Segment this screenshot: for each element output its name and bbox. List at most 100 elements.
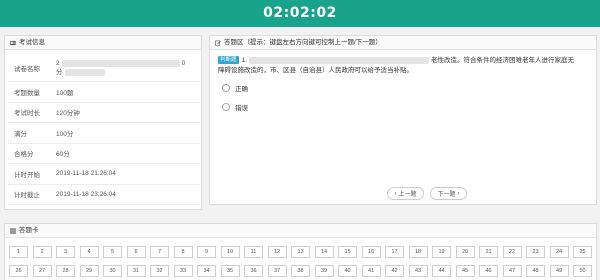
question-number-cell[interactable]: 44 — [432, 265, 451, 277]
question-number-cell[interactable]: 33 — [173, 265, 193, 277]
info-row-end-time: 计时截止 2019-11-18 23:26:04 — [8, 185, 200, 205]
exam-info-panel: 考试信息 试卷名称 20 分 考题数量 100题 考试时长 120分钟 满分 1… — [4, 35, 202, 244]
question-number-cell[interactable]: 1 — [9, 246, 28, 258]
question-number-cell[interactable]: 45 — [455, 265, 475, 277]
question-number-cell[interactable]: 18 — [408, 246, 428, 258]
info-value: 60分 — [56, 151, 70, 159]
option-label: 错误 — [235, 105, 248, 112]
next-question-button[interactable]: 下一题 › — [430, 187, 467, 200]
question-number-cell[interactable]: 10 — [220, 246, 240, 258]
prev-question-label: 上一题 — [398, 192, 417, 198]
exam-info-table: 试卷名称 20 分 考题数量 100题 考试时长 120分钟 满分 100分 合… — [8, 55, 200, 205]
question-number-cell[interactable]: 42 — [385, 265, 404, 277]
question-number-cell[interactable]: 37 — [267, 265, 287, 277]
answer-card-grid: 1 2 3 4 5 6 7 8 9 10 11 12 13 14 15 16 17 18 19 20 21 22 23 24 2… — [9, 246, 595, 277]
id-card-icon — [10, 40, 16, 45]
redacted-text — [64, 68, 105, 76]
option-true[interactable]: 正确 — [222, 83, 248, 93]
question-number-cell[interactable]: 6 — [126, 246, 146, 258]
info-label: 试卷名称 — [14, 66, 40, 73]
countdown-timer: 02:02:02 — [263, 5, 337, 21]
question-text-line1: 老性改造。符合条件的经济困难老年人进行家庭无 — [430, 57, 574, 64]
option-radio[interactable] — [222, 103, 230, 111]
question-number-cell[interactable]: 25 — [573, 246, 592, 258]
question-number-cell[interactable]: 28 — [56, 265, 75, 277]
info-value: 2019-11-18 23:26:04 — [56, 190, 116, 198]
question-number-cell[interactable]: 12 — [267, 246, 287, 258]
question-number-cell[interactable]: 4 — [79, 246, 99, 258]
info-row-full-score: 满分 100分 — [8, 123, 200, 144]
info-value: 100分 — [56, 130, 74, 138]
question-number-cell[interactable]: 30 — [103, 265, 122, 277]
question-number-cell[interactable]: 49 — [549, 265, 569, 277]
question-number-cell[interactable]: 24 — [549, 246, 569, 258]
question-number-cell[interactable]: 17 — [385, 246, 404, 258]
question-number-cell[interactable]: 11 — [244, 246, 263, 258]
question-number-cell[interactable]: 7 — [150, 246, 169, 258]
question-number-cell[interactable]: 35 — [220, 265, 240, 277]
chevron-left-icon: ‹ — [394, 190, 397, 197]
answer-card-title: 答题卡 — [19, 227, 39, 234]
question-number-cell[interactable]: 41 — [361, 265, 381, 277]
question-number-cell[interactable]: 22 — [502, 246, 522, 258]
question-number-cell[interactable]: 48 — [526, 265, 545, 277]
question-number-cell[interactable]: 5 — [103, 246, 122, 258]
exam-info-header: 考试信息 — [5, 36, 201, 50]
question-text-line2: 障碍设施改造的，市、区县（自治县）人民政府可以给予适当补贴。 — [218, 67, 413, 74]
info-label: 满分 — [14, 130, 27, 138]
question-number-cell[interactable]: 14 — [314, 246, 334, 258]
info-label: 考试时长 — [14, 110, 40, 118]
question-number-cell[interactable]: 46 — [479, 265, 498, 277]
info-row-pass-score: 合格分 60分 — [8, 144, 200, 164]
info-row-paper-name: 试卷名称 20 分 — [8, 55, 200, 82]
question-number-cell[interactable]: 20 — [455, 246, 475, 258]
question-number-cell[interactable]: 34 — [197, 265, 216, 277]
info-label: 合格分 — [14, 151, 34, 159]
info-label: 考题数量 — [14, 89, 40, 97]
option-false[interactable]: 错误 — [222, 102, 248, 112]
question-number-cell[interactable]: 9 — [197, 246, 216, 258]
question-number-cell[interactable]: 32 — [150, 265, 169, 277]
question-number: 1. — [241, 57, 247, 64]
next-question-label: 下一题 — [437, 192, 456, 198]
answer-area-header: 答题区（提示：键盘左右方向键可控制上一题/下一题） — [210, 36, 596, 50]
question-number-cell[interactable]: 16 — [361, 246, 381, 258]
redacted-text — [248, 56, 429, 64]
question-number-cell[interactable]: 8 — [173, 246, 193, 258]
prev-question-button[interactable]: ‹ 上一题 — [387, 187, 424, 200]
info-label: 计时开始 — [14, 171, 40, 179]
info-row-duration: 考试时长 120分钟 — [8, 103, 200, 123]
question-number-cell[interactable]: 38 — [291, 265, 310, 277]
question-number-cell[interactable]: 23 — [526, 246, 545, 258]
question-number-cell[interactable]: 40 — [338, 265, 357, 277]
question-number-cell[interactable]: 50 — [573, 265, 592, 277]
question-number-cell[interactable]: 26 — [9, 265, 28, 277]
answer-card-panel: 答题卡 1 2 3 4 5 6 7 8 9 10 11 12 13 14 15 16 17 18 19 20 21 22 2… — [4, 223, 597, 280]
exam-info-title: 考试信息 — [19, 39, 45, 46]
question-number-cell[interactable]: 31 — [126, 265, 146, 277]
answer-area-panel: 答题区（提示：键盘左右方向键可控制上一题/下一题） 判断题 1. 老性改造。符合条件… — [209, 35, 597, 205]
question-number-cell[interactable]: 43 — [408, 265, 428, 277]
question-number-cell[interactable]: 21 — [479, 246, 498, 258]
answer-card-header: 答题卡 — [5, 224, 596, 238]
question-number-cell[interactable]: 15 — [338, 246, 357, 258]
answer-area-title: 答题区（提示：键盘左右方向键可控制上一题/下一题） — [224, 39, 382, 46]
info-value-paper-name: 20 分 — [56, 59, 186, 76]
question-number-cell[interactable]: 13 — [291, 246, 310, 258]
option-radio[interactable] — [222, 84, 230, 92]
info-value: 2019-11-18 21:26:04 — [56, 170, 116, 178]
info-label: 计时截止 — [14, 192, 40, 200]
grid-icon — [10, 227, 16, 234]
option-label: 正确 — [235, 86, 248, 93]
info-value: 120分钟 — [56, 110, 80, 118]
question-number-cell[interactable]: 39 — [314, 265, 334, 277]
question-type-badge: 判断题 — [218, 56, 239, 65]
question-number-cell[interactable]: 27 — [32, 265, 52, 277]
question-number-cell[interactable]: 47 — [502, 265, 522, 277]
question-number-cell[interactable]: 2 — [32, 246, 52, 258]
question-number-cell[interactable]: 3 — [56, 246, 75, 258]
question-number-cell[interactable]: 29 — [79, 265, 99, 277]
edit-icon — [215, 40, 221, 46]
question-number-cell[interactable]: 36 — [244, 265, 263, 277]
question-number-cell[interactable]: 19 — [432, 246, 451, 258]
